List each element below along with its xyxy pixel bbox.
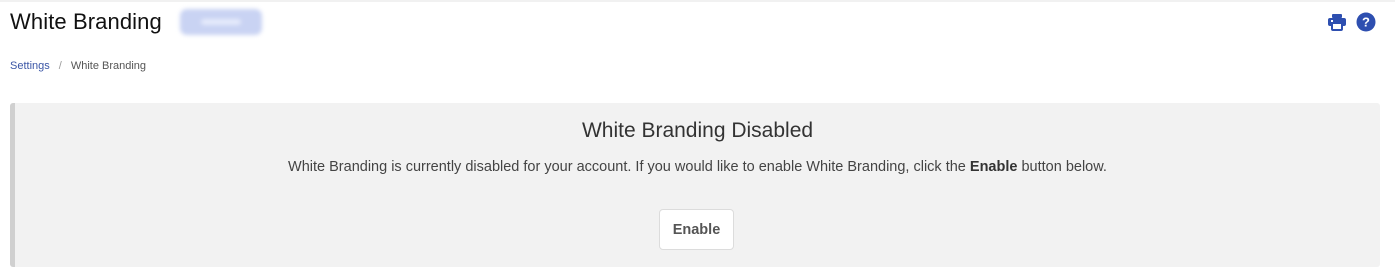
breadcrumb-settings-link[interactable]: Settings: [10, 60, 50, 72]
notice-heading: White Branding Disabled: [581, 119, 814, 142]
breadcrumb-current: White Branding: [70, 60, 147, 72]
header-actions: ?: [1326, 11, 1376, 32]
page-title: White Branding: [10, 9, 162, 34]
notice-message-tail: button below.: [1017, 159, 1107, 175]
help-icon[interactable]: ?: [1355, 11, 1376, 32]
redacted-badge: [179, 9, 262, 35]
enable-button[interactable]: Enable: [659, 209, 734, 250]
white-branding-disabled-notice: White Branding Disabled White Branding i…: [10, 103, 1380, 267]
notice-message: White Branding is currently disabled for…: [15, 159, 1380, 175]
breadcrumb: Settings / White Branding: [10, 60, 146, 72]
top-divider: [0, 0, 1395, 2]
notice-message-emphasis: Enable: [969, 159, 1018, 175]
page-header: White Branding: [10, 7, 262, 37]
svg-text:?: ?: [1362, 14, 1370, 29]
breadcrumb-separator: /: [58, 60, 62, 72]
printer-icon[interactable]: [1326, 11, 1347, 32]
notice-message-text: White Branding is currently disabled for…: [288, 159, 970, 175]
